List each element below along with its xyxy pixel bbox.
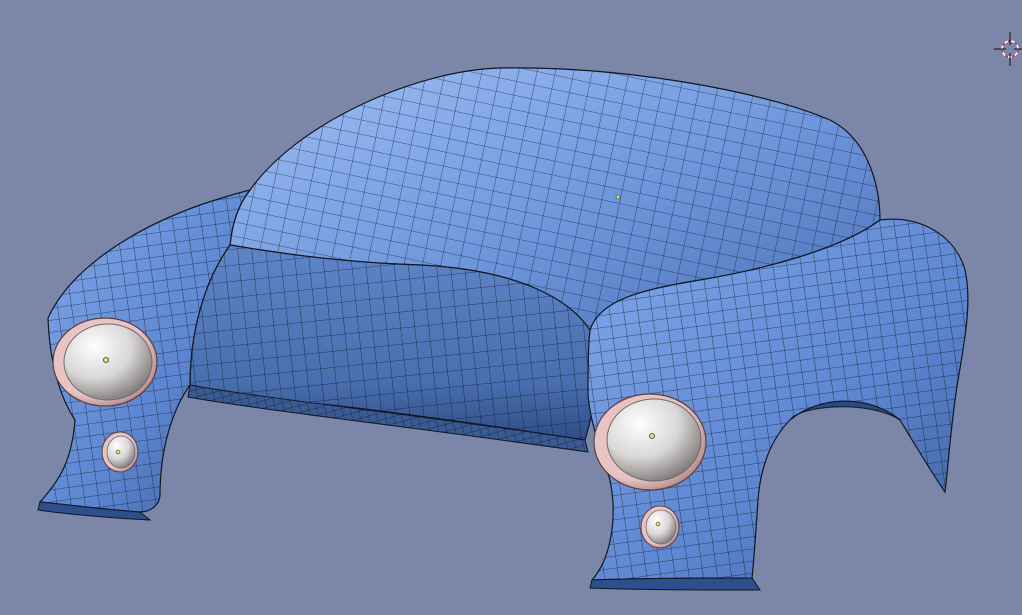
headlight-icon bbox=[649, 433, 655, 439]
right-foglight[interactable] bbox=[640, 505, 680, 549]
left-foglight[interactable] bbox=[101, 431, 139, 473]
3d-viewport[interactable] bbox=[0, 0, 1022, 615]
foglight-icon bbox=[115, 449, 121, 455]
car-body-mesh[interactable] bbox=[0, 0, 1022, 615]
right-headlight[interactable] bbox=[593, 393, 707, 491]
foglight-icon bbox=[655, 521, 661, 527]
left-headlight[interactable] bbox=[52, 317, 158, 407]
3d-cursor-icon[interactable] bbox=[994, 32, 1022, 66]
headlight-icon bbox=[103, 357, 109, 363]
object-origin-dot bbox=[615, 194, 621, 200]
